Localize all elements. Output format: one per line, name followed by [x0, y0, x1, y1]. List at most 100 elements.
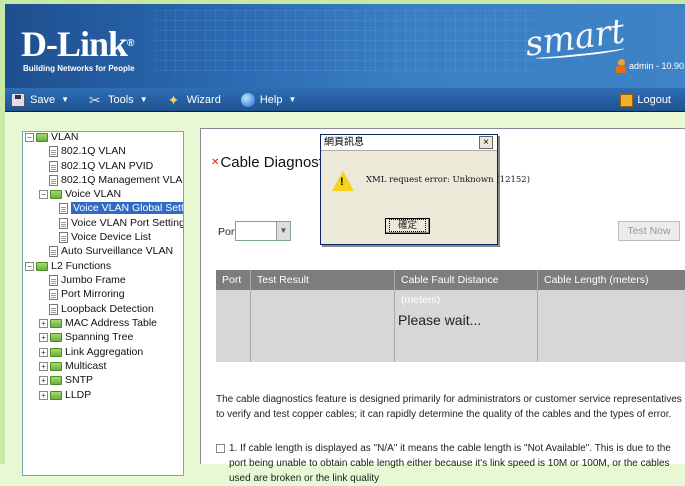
- tree-item-label: 802.1Q Management VLAN: [61, 174, 184, 186]
- tree-item-label: 802.1Q VLAN: [61, 145, 126, 157]
- close-icon[interactable]: ×: [479, 136, 493, 149]
- tools-icon: ✂: [89, 91, 101, 108]
- help-icon: [240, 92, 255, 107]
- tree-item[interactable]: Auto Surveillance VLAN: [49, 244, 173, 258]
- collapse-icon[interactable]: −: [39, 189, 48, 199]
- chevron-down-icon[interactable]: ▼: [276, 222, 290, 240]
- expand-icon[interactable]: +: [39, 318, 48, 328]
- results-table: Port Test Result Cable Fault Distance (m…: [216, 270, 685, 362]
- folder-icon: [50, 347, 62, 357]
- tree-item-label: LLDP: [65, 389, 92, 401]
- tree-item[interactable]: Voice VLAN Global Settings: [59, 201, 183, 215]
- logo-tagline: Building Networks for People: [23, 64, 135, 73]
- header-grid-decoration: [155, 10, 535, 74]
- column-header: Port: [216, 270, 251, 290]
- tools-label: Tools: [108, 93, 134, 106]
- expand-icon[interactable]: +: [39, 390, 48, 400]
- tree-item[interactable]: + Spanning Tree: [39, 330, 133, 344]
- tree-item[interactable]: + Link Aggregation: [39, 345, 143, 359]
- port-select[interactable]: ▼: [235, 221, 291, 241]
- folder-icon: [50, 390, 62, 400]
- logout-label: Logout: [637, 94, 671, 106]
- column-header: Test Result: [251, 270, 395, 290]
- tree-item[interactable]: Loopback Detection: [49, 302, 154, 316]
- expand-icon[interactable]: +: [39, 361, 48, 371]
- ok-button[interactable]: 確定: [385, 218, 430, 234]
- test-now-button[interactable]: Test Now: [618, 221, 680, 241]
- tree-item[interactable]: − VLAN: [25, 131, 79, 144]
- status-text: Please wait...: [398, 312, 482, 328]
- folder-icon: [50, 332, 62, 342]
- tree-item[interactable]: + Multicast: [39, 359, 106, 373]
- tree-item[interactable]: + SNTP: [39, 373, 93, 387]
- tree-item-label: MAC Address Table: [65, 317, 158, 329]
- tree-item-label: Multicast: [65, 360, 107, 372]
- help-menu[interactable]: Help ▼: [235, 88, 303, 112]
- tree-item[interactable]: Voice VLAN Port Settings: [59, 216, 184, 230]
- app-header: D-Link® Building Networks for People sma…: [5, 4, 685, 88]
- tree-item-label: Voice VLAN: [65, 188, 122, 200]
- tree-item[interactable]: Port Mirroring: [49, 287, 125, 301]
- wizard-icon: ✦: [167, 91, 180, 108]
- tree-item-label: Auto Surveillance VLAN: [61, 245, 174, 257]
- tree-item-label: Voice Device List: [71, 231, 151, 243]
- dialog-title: 網頁訊息: [324, 137, 364, 148]
- chevron-down-icon: ▼: [288, 95, 297, 104]
- tree-item[interactable]: − L2 Functions: [25, 259, 111, 273]
- chevron-down-icon: ▼: [139, 95, 148, 104]
- tree-item-label: Port Mirroring: [61, 288, 125, 300]
- chevron-down-icon: ▼: [61, 95, 69, 104]
- page-icon: [59, 217, 68, 229]
- alert-dialog: 網頁訊息 × ! XML request error: Unknown (121…: [320, 134, 530, 245]
- folder-icon: [50, 189, 62, 199]
- tree-item[interactable]: + MAC Address Table: [39, 316, 157, 330]
- tree-item[interactable]: − Voice VLAN: [39, 187, 121, 201]
- tree-item[interactable]: + LLDP: [39, 388, 91, 402]
- page-icon: [49, 245, 58, 257]
- tree-item-label: SNTP: [65, 374, 94, 386]
- wizard-menu[interactable]: ✦ Wizard: [162, 88, 227, 112]
- tree-item-label: Voice VLAN Global Settings: [71, 202, 183, 214]
- tree-item[interactable]: Jumbo Frame: [49, 273, 126, 287]
- user-icon: [616, 59, 626, 73]
- tree-item[interactable]: 802.1Q VLAN PVID: [49, 159, 153, 173]
- tree-item[interactable]: Voice Device List: [59, 230, 151, 244]
- tree-item[interactable]: 802.1Q VLAN: [49, 144, 126, 158]
- save-menu[interactable]: Save ▼: [5, 88, 75, 112]
- function-tree: − VLAN 802.1Q VLAN 802.1Q VLAN PVID 802.1Q M…: [22, 131, 184, 476]
- wizard-label: Wizard: [186, 93, 221, 106]
- note-checkbox[interactable]: [216, 444, 225, 453]
- dlink-logo: D-Link®: [21, 24, 134, 64]
- tree-item-label: Jumbo Frame: [61, 274, 126, 286]
- expand-icon[interactable]: +: [39, 375, 48, 385]
- page-icon: [59, 202, 68, 214]
- table-cell: [538, 290, 685, 362]
- page-icon: [49, 160, 58, 172]
- table-header: Port Test Result Cable Fault Distance (m…: [216, 270, 685, 306]
- tree-item-label: Voice VLAN Port Settings: [71, 217, 184, 229]
- tree-item-label: Link Aggregation: [65, 346, 144, 358]
- dialog-message: XML request error: Unknown (12152): [366, 175, 531, 185]
- folder-icon: [36, 132, 48, 142]
- tree-item-label: VLAN: [51, 131, 79, 143]
- table-cell: [251, 290, 395, 362]
- warning-icon: !: [332, 171, 354, 191]
- collapse-icon[interactable]: −: [25, 261, 34, 271]
- page-icon: [49, 303, 58, 315]
- expand-icon[interactable]: +: [39, 347, 48, 357]
- collapse-icon[interactable]: −: [25, 132, 34, 142]
- save-icon: [11, 92, 25, 107]
- page-icon: [49, 274, 58, 286]
- tree-item-label: Loopback Detection: [61, 303, 154, 315]
- tools-menu[interactable]: ✂ Tools ▼: [83, 88, 154, 112]
- logout-button[interactable]: Logout: [614, 88, 677, 112]
- tree-item-label: L2 Functions: [51, 260, 112, 272]
- page-icon: [49, 288, 58, 300]
- sidebar: − VLAN 802.1Q VLAN 802.1Q VLAN PVID 802.1Q M…: [5, 112, 185, 476]
- page-icon: [59, 231, 68, 243]
- expand-icon[interactable]: +: [39, 332, 48, 342]
- save-label: Save: [30, 93, 56, 106]
- folder-icon: [50, 361, 62, 371]
- tree-item[interactable]: 802.1Q Management VLAN: [49, 173, 184, 187]
- toolbar: Save ▼ ✂ Tools ▼ ✦ Wizard Help ▼ Logout: [5, 88, 685, 112]
